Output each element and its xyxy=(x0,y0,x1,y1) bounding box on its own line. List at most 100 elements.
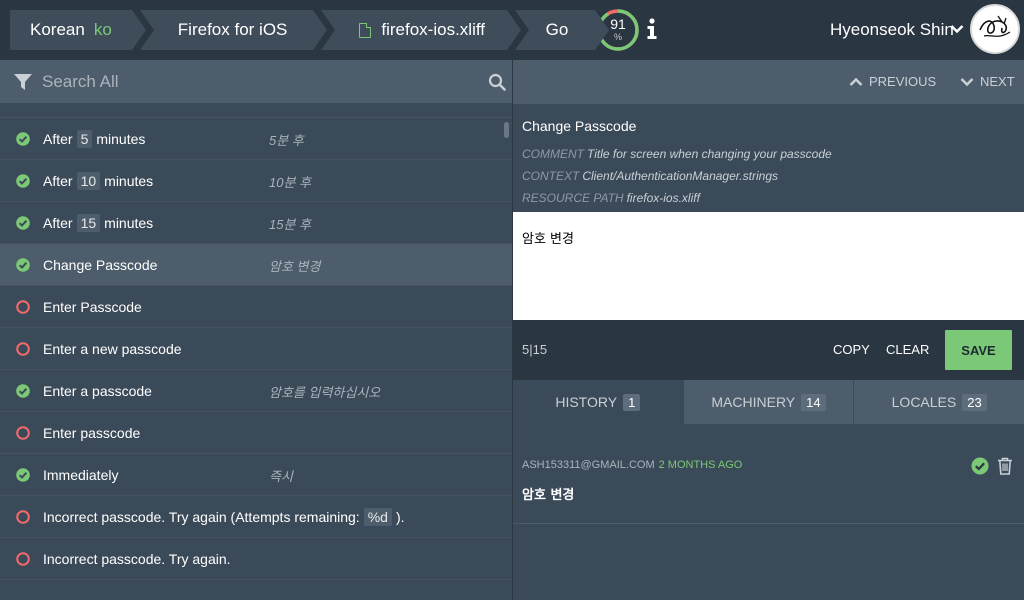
clear-button[interactable]: CLEAR xyxy=(886,342,929,357)
source-text: Incorrect passcode. Try again. xyxy=(43,551,231,567)
context-value: Client/AuthenticationManager.strings xyxy=(582,169,779,183)
list-item[interactable]: Incorrect passcode. Try again. xyxy=(0,538,512,580)
save-button[interactable]: SAVE xyxy=(945,330,1012,370)
missing-status-icon xyxy=(16,426,30,440)
list-item-source: Enter Passcode xyxy=(43,286,142,328)
helper-tabs: HISTORY 1 MACHINERY 14 LOCALES 23 xyxy=(513,380,1024,424)
list-item[interactable]: Enter Passcode xyxy=(0,286,512,328)
history-time: 2 MONTHS AGO xyxy=(658,459,743,471)
entity-navigation: PREVIOUS NEXT xyxy=(513,60,1024,104)
tab-machinery[interactable]: MACHINERY 14 xyxy=(683,380,855,424)
go-button[interactable]: Go xyxy=(515,10,609,50)
source-text: Enter passcode xyxy=(43,425,141,441)
list-item-translation: 10분 후 xyxy=(269,174,311,190)
list-item[interactable]: Enter a new passcode xyxy=(0,328,512,370)
locale-code: ko xyxy=(93,20,112,39)
list-item-source: Change Passcode xyxy=(43,244,157,286)
list-item[interactable]: Change Passcode 암호 변경 xyxy=(0,244,512,286)
source-text: After xyxy=(43,131,73,147)
avatar[interactable] xyxy=(970,4,1020,54)
history-user-email[interactable]: ASH153311@GMAIL.COM xyxy=(522,459,655,471)
source-text: Incorrect passcode. Try again (Attempts … xyxy=(43,509,360,525)
list-item[interactable]: After 10 minutes 10분 후 xyxy=(0,160,512,202)
tab-history-count: 1 xyxy=(623,393,641,411)
breadcrumb-project[interactable]: Firefox for iOS xyxy=(139,10,327,50)
list-item[interactable]: Immediately 즉시 xyxy=(0,454,512,496)
copy-button[interactable]: COPY xyxy=(833,342,870,357)
filter-icon[interactable] xyxy=(14,74,32,90)
resource-value: firefox-ios.xliff xyxy=(626,191,700,205)
list-item-translation: 15분 후 xyxy=(269,216,311,232)
approved-status-icon xyxy=(16,216,30,230)
chevron-down-icon[interactable] xyxy=(950,24,964,34)
list-item-source: Incorrect passcode. Try again. xyxy=(43,538,231,580)
translation-editor[interactable]: 암호 변경 xyxy=(513,212,1024,320)
chevron-up-icon xyxy=(849,77,863,86)
entity-list-panel: After5minutes5분 후After10minutes10분 후Afte… xyxy=(0,60,512,600)
source-text: ). xyxy=(395,509,405,525)
source-text: Enter a passcode xyxy=(43,383,152,399)
editor-toolbar: 5|15 COPY CLEAR SAVE xyxy=(513,320,1024,380)
approved-status-icon xyxy=(16,468,30,482)
user-name[interactable]: Hyeonseok Shin xyxy=(830,20,954,40)
entity-list: After 5 minutes 5분 후 After 10 minutes 10분 후 Afte… xyxy=(0,104,512,600)
placeable: %d xyxy=(363,508,392,526)
list-item-translation: 즉시 xyxy=(269,468,293,484)
list-item[interactable] xyxy=(0,104,512,118)
list-item-source: Enter a passcode xyxy=(43,370,152,412)
info-icon[interactable] xyxy=(646,18,658,40)
source-text: Enter Passcode xyxy=(43,299,142,315)
source-text: minutes xyxy=(96,131,146,147)
chevron-down-icon xyxy=(960,77,974,86)
list-item-translation: 5분 후 xyxy=(269,132,304,148)
editor-panel: PREVIOUS NEXT Change Passcode COMMENT Tit… xyxy=(513,60,1024,600)
list-item-source: After 15 minutes xyxy=(43,202,153,244)
tab-locales-label: LOCALES xyxy=(891,394,957,410)
source-text: Enter a new passcode xyxy=(43,341,182,357)
history-translation[interactable]: 암호 변경 xyxy=(522,484,574,503)
search-bar xyxy=(0,60,512,104)
entity-resource-path: RESOURCE PATH firefox-ios.xliff xyxy=(522,191,700,205)
tab-locales[interactable]: LOCALES 23 xyxy=(854,380,1024,424)
resource-name: firefox-ios.xliff xyxy=(381,20,485,39)
list-scrollbar[interactable] xyxy=(504,122,509,138)
list-item-source: After 10 minutes xyxy=(43,160,153,202)
source-text: After xyxy=(43,215,73,231)
placeable: 10 xyxy=(76,172,101,190)
tab-history-label: HISTORY xyxy=(555,394,618,410)
entity-context: CONTEXT Client/AuthenticationManager.stri… xyxy=(522,169,778,183)
list-item[interactable]: Enter a passcode 암호를 입력하십시오 xyxy=(0,370,512,412)
next-button[interactable]: NEXT xyxy=(960,74,1015,89)
missing-status-icon xyxy=(16,552,30,566)
approved-status-icon xyxy=(16,132,30,146)
list-item[interactable]: After 15 minutes 15분 후 xyxy=(0,202,512,244)
tab-history[interactable]: HISTORY 1 xyxy=(513,380,684,424)
search-icon[interactable] xyxy=(488,73,506,91)
search-input[interactable] xyxy=(42,70,472,94)
list-item[interactable]: Enter passcode xyxy=(0,412,512,454)
list-item-source: Incorrect passcode. Try again (Attempts … xyxy=(43,496,405,538)
project-name: Firefox for iOS xyxy=(177,20,288,39)
breadcrumb-resource[interactable]: firefox-ios.xliff xyxy=(321,10,521,50)
tab-machinery-count: 14 xyxy=(801,393,826,411)
list-item[interactable]: Incorrect passcode. Try again (Attempts … xyxy=(0,496,512,538)
previous-button[interactable]: PREVIOUS xyxy=(849,74,936,89)
approved-status-icon xyxy=(16,174,30,188)
locale-name: Korean xyxy=(30,20,85,39)
resource-key: RESOURCE PATH xyxy=(522,191,624,205)
avatar-signature-icon xyxy=(979,15,1011,37)
next-label: NEXT xyxy=(980,74,1015,89)
list-item-source: After 5 minutes xyxy=(43,118,145,160)
placeable: 15 xyxy=(76,214,101,232)
list-item-translation: 암호를 입력하십시오 xyxy=(269,384,381,400)
list-item[interactable]: After 5 minutes 5분 후 xyxy=(0,118,512,160)
file-icon xyxy=(359,22,372,38)
approve-icon[interactable] xyxy=(971,457,989,475)
character-counter: 5|15 xyxy=(522,342,548,357)
source-text: Change Passcode xyxy=(43,257,158,273)
trash-icon[interactable] xyxy=(997,457,1013,475)
list-item-source: Immediately xyxy=(43,454,118,496)
breadcrumb: Korean ko Firefox for iOS firefox-ios.xl… xyxy=(10,10,609,50)
entity-comment: COMMENT Title for screen when changing yo… xyxy=(522,147,832,161)
breadcrumb-locale[interactable]: Korean ko xyxy=(10,10,146,50)
